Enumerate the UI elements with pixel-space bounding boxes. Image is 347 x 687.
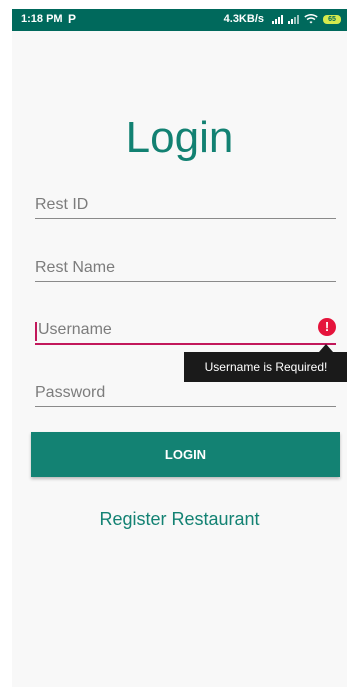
password-field <box>35 384 336 407</box>
password-underline <box>35 406 336 407</box>
page-title: Login <box>125 113 234 162</box>
login-button[interactable]: LOGIN <box>31 432 340 477</box>
rest-id-field <box>35 196 336 219</box>
app-screen: 1:18 PM P 4.3KB/s 65 Login Rest ID Rest … <box>12 9 347 687</box>
rest-name-underline <box>35 281 336 282</box>
rest-name-input[interactable] <box>35 259 336 281</box>
carrier-icon: P <box>68 12 77 26</box>
username-input[interactable] <box>35 321 336 343</box>
error-tooltip-arrow <box>319 344 333 352</box>
signal-icon <box>272 15 299 24</box>
status-indicators: 4.3KB/s 65 <box>224 13 341 25</box>
username-field <box>35 321 336 345</box>
network-speed: 4.3KB/s <box>223 13 264 25</box>
status-bar: 1:18 PM P 4.3KB/s 65 <box>12 9 347 31</box>
username-underline <box>35 343 336 345</box>
wifi-icon <box>304 14 318 24</box>
rest-id-input[interactable] <box>35 196 336 218</box>
rest-id-underline <box>35 218 336 219</box>
battery-icon: 65 <box>323 14 341 24</box>
text-cursor <box>35 322 37 341</box>
error-icon: ! <box>318 318 336 336</box>
error-tooltip: Username is Required! <box>184 352 347 382</box>
register-restaurant-link[interactable]: Register Restaurant <box>12 509 347 530</box>
password-input[interactable] <box>35 384 336 406</box>
status-time: 1:18 PM <box>21 13 63 25</box>
rest-name-field <box>35 259 336 282</box>
